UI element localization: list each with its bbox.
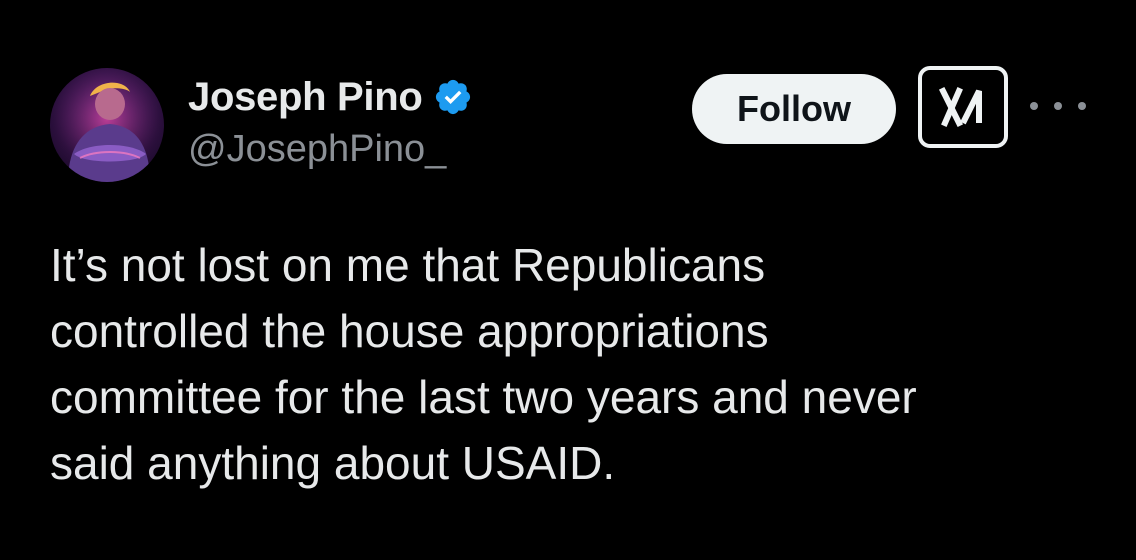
grok-icon (938, 86, 982, 128)
follow-button[interactable]: Follow (692, 74, 896, 144)
avatar-portrait-icon (50, 68, 164, 182)
grok-button[interactable] (918, 66, 1008, 148)
more-options-icon-dot (1054, 102, 1062, 110)
tweet-text-line: It’s not lost on me that Republicans (50, 239, 766, 291)
display-name[interactable]: Joseph Pino (188, 75, 423, 120)
more-options-icon-dot (1078, 102, 1086, 110)
tweet-card: Joseph Pino @JosephPino_ Follow It’s not… (0, 0, 1136, 560)
avatar[interactable] (50, 68, 164, 182)
tweet-text: It’s not lost on me that Republicans con… (50, 232, 1090, 496)
author-handle[interactable]: @JosephPino_ (188, 128, 446, 171)
author-name-row: Joseph Pino (188, 70, 473, 124)
more-options-icon (1030, 102, 1038, 110)
tweet-text-line: said anything about USAID. (50, 437, 616, 489)
verified-badge-icon[interactable] (433, 77, 473, 117)
more-options-button[interactable] (1030, 94, 1086, 118)
tweet-text-line: controlled the house appropriations (50, 305, 769, 357)
tweet-text-line: committee for the last two years and nev… (50, 371, 917, 423)
